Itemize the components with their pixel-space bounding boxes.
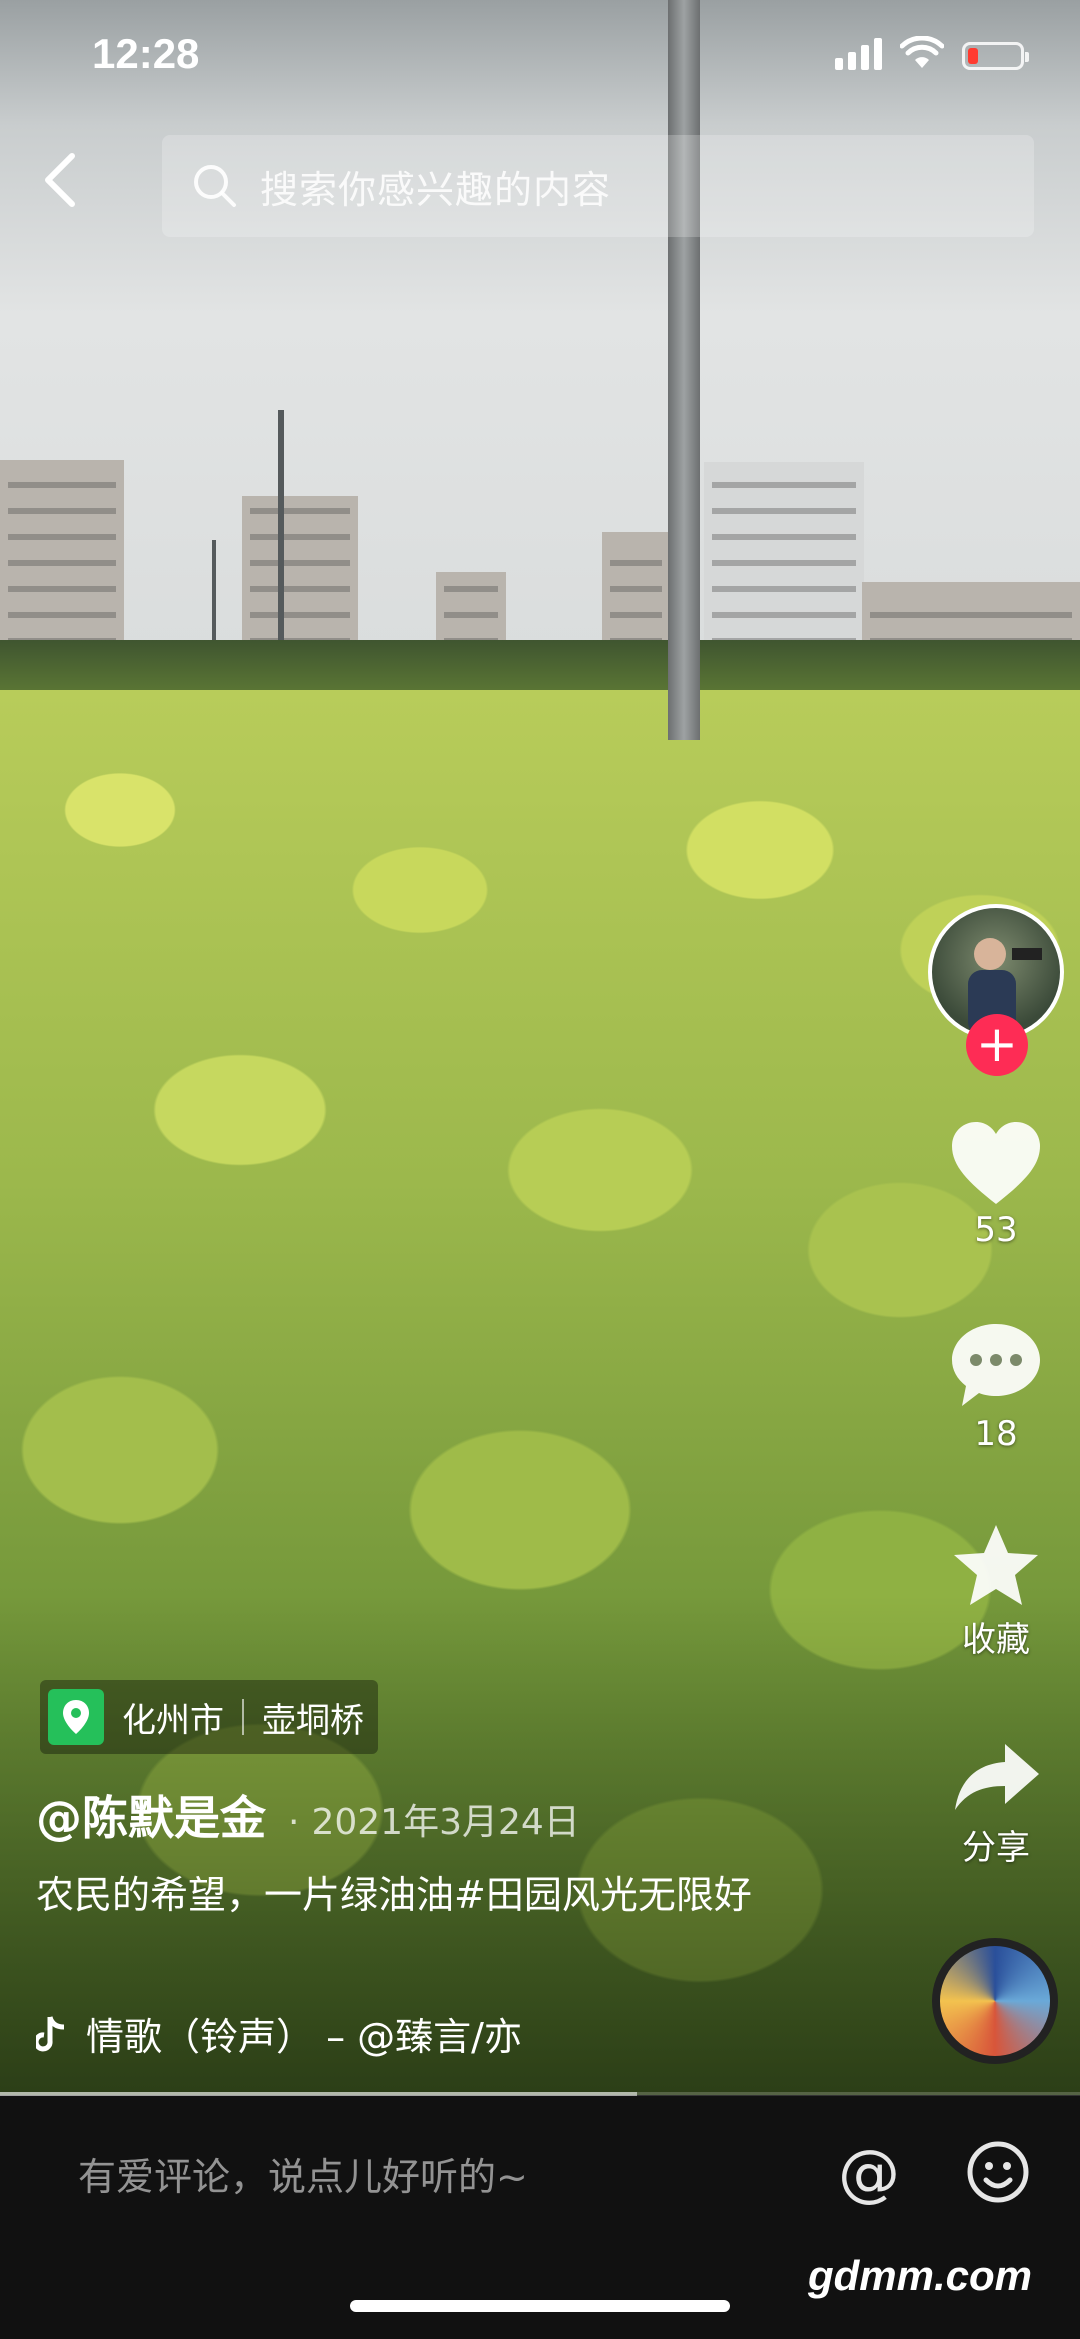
concrete-pole — [668, 0, 700, 740]
cellular-signal-icon — [835, 38, 882, 70]
location-tag[interactable]: 化州市 壶垌桥 — [40, 1680, 378, 1754]
like-button[interactable]: 53 — [936, 1120, 1056, 1250]
music-disc[interactable] — [932, 1938, 1058, 2064]
comment-button[interactable]: 18 — [936, 1320, 1056, 1454]
location-place: 壶垌桥 — [262, 1700, 364, 1741]
author-name[interactable]: @陈默是金 — [36, 1782, 266, 1848]
battery-level — [968, 48, 978, 64]
status-time: 12:28 — [92, 30, 200, 77]
like-count: 53 — [974, 1210, 1018, 1250]
status-icons — [835, 36, 1029, 70]
location-separator — [242, 1699, 244, 1735]
emoji-icon — [967, 2141, 1029, 2203]
search-icon — [194, 165, 236, 207]
share-button[interactable]: 分享 — [936, 1740, 1056, 1869]
search-bar[interactable]: 搜索你感兴趣的内容 — [162, 135, 1034, 237]
mention-button[interactable]: @ — [838, 2136, 900, 2209]
author-line: @陈默是金 2021年3月24日 — [36, 1782, 580, 1848]
chevron-left-icon — [45, 153, 75, 207]
share-arrow-icon — [955, 1744, 1039, 1810]
post-caption[interactable]: 农民的希望，一片绿油油#田园风光无限好 — [36, 1866, 796, 1924]
home-indicator[interactable] — [350, 2300, 730, 2312]
music-title: 情歌（铃声） – @臻言/亦 — [86, 2015, 522, 2059]
location-pin-icon — [48, 1689, 104, 1745]
share-label: 分享 — [962, 1828, 1030, 1868]
music-note-icon — [36, 2015, 65, 2051]
emoji-button[interactable] — [966, 2140, 1030, 2208]
video-player[interactable] — [0, 0, 1080, 2095]
post-date: 2021年3月24日 — [288, 1793, 579, 1845]
search-placeholder: 搜索你感兴趣的内容 — [260, 167, 612, 212]
star-icon — [954, 1525, 1038, 1605]
favorite-button[interactable]: 收藏 — [936, 1522, 1056, 1661]
wifi-icon — [900, 36, 944, 68]
comment-count: 18 — [974, 1414, 1018, 1454]
back-button[interactable] — [40, 150, 100, 230]
comment-input[interactable]: 有爱评论，说点儿好听的~ — [78, 2146, 528, 2201]
music-line[interactable]: 情歌（铃声） – @臻言/亦 — [36, 2006, 522, 2061]
heart-icon — [952, 1122, 1040, 1204]
watermark: gdmm.com — [808, 2252, 1033, 2299]
location-city: 化州市 — [122, 1700, 224, 1741]
battery-icon — [962, 42, 1029, 70]
follow-button[interactable]: + — [966, 1014, 1028, 1076]
comment-bubble-icon — [952, 1324, 1040, 1406]
favorite-label: 收藏 — [962, 1620, 1030, 1660]
